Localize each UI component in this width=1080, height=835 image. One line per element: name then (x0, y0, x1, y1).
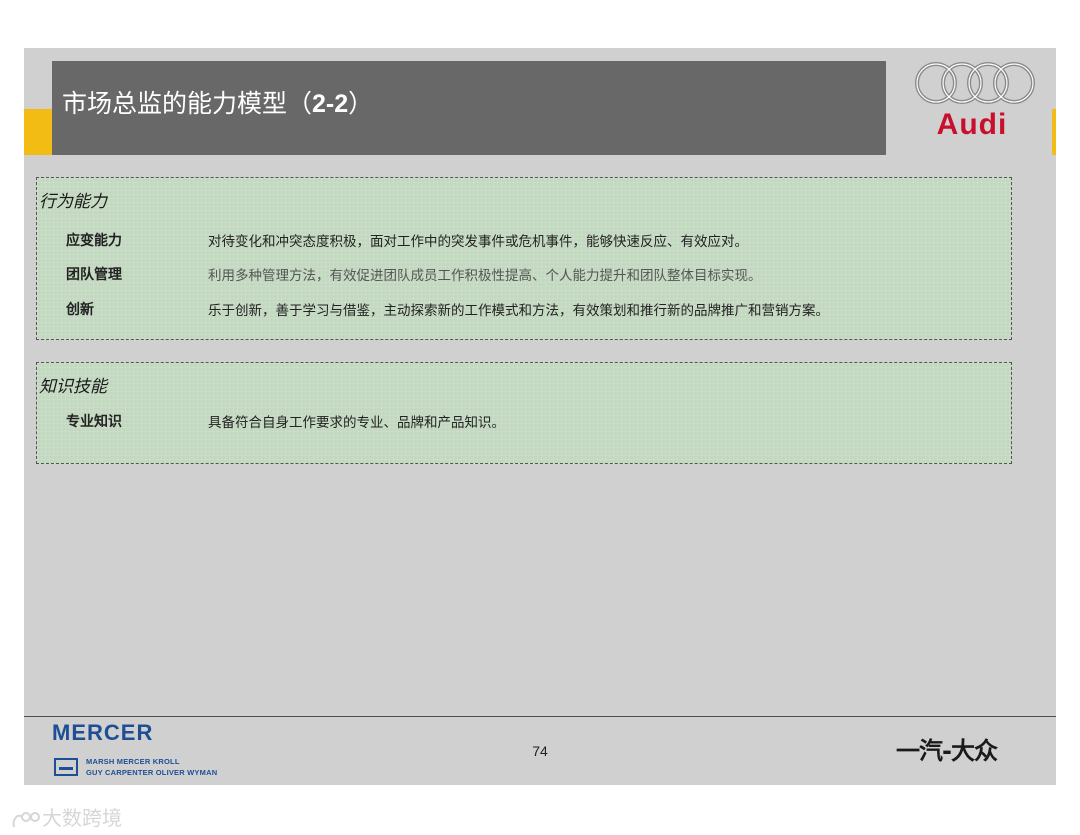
behavior-competency-box: 行为能力 应变能力 对待变化和冲突态度积极，面对工作中的突发事件或危机事件，能够… (36, 177, 1012, 340)
watermark-logo-icon (12, 811, 40, 827)
page-number: 74 (532, 743, 548, 759)
page-title-number: 2-2 (312, 90, 349, 118)
competency-description: 利用多种管理方法，有效促进团队成员工作积极性提高、个人能力提升和团队整体目标实现… (208, 268, 762, 284)
competency-row: 团队管理 利用多种管理方法，有效促进团队成员工作积极性提高、个人能力提升和团队整… (37, 264, 1011, 288)
mercer-subbrands-line1: MARSH MERCER KROLL (86, 757, 180, 766)
footer-divider (24, 716, 1056, 717)
mercer-subbrands-line2: GUY CARPENTER OLIVER WYMAN (86, 768, 218, 777)
competency-label: 团队管理 (66, 267, 122, 283)
competency-description: 具备符合自身工作要求的专业、品牌和产品知识。 (208, 415, 505, 431)
knowledge-skill-box: 知识技能 专业知识 具备符合自身工作要求的专业、品牌和产品知识。 (36, 362, 1012, 464)
competency-label: 专业知识 (66, 414, 122, 430)
accent-tab-left (24, 109, 52, 155)
watermark-text: 大数跨境 (42, 806, 122, 830)
mercer-logo: MERCER (52, 720, 154, 745)
competency-label: 创新 (66, 302, 94, 318)
section-heading: 知识技能 (39, 377, 107, 397)
section-heading: 行为能力 (39, 192, 107, 212)
accent-tab-right (1052, 109, 1056, 155)
competency-row: 创新 乐于创新，善于学习与借鉴，主动探索新的工作模式和方法，有效策划和推行新的品… (37, 299, 1011, 323)
watermark: 大数跨境 (10, 802, 122, 831)
page-title-main: 市场总监的能力模型（ (62, 89, 313, 118)
competency-description: 对待变化和冲突态度积极，面对工作中的突发事件或危机事件，能够快速反应、有效应对。 (208, 234, 748, 250)
mercer-emblem-icon (54, 758, 78, 776)
competency-row: 专业知识 具备符合自身工作要求的专业、品牌和产品知识。 (37, 411, 1011, 435)
page-title: 市场总监的能力模型（2-2） (62, 84, 373, 120)
competency-label: 应变能力 (66, 233, 122, 249)
audi-logo-text: Audi (936, 108, 1008, 141)
competency-row: 应变能力 对待变化和冲突态度积极，面对工作中的突发事件或危机事件，能够快速反应、… (37, 230, 1011, 254)
page-title-close: ） (348, 89, 374, 118)
competency-description: 乐于创新，善于学习与借鉴，主动探索新的工作模式和方法，有效策划和推行新的品牌推广… (208, 303, 829, 319)
faw-vw-logo: 一汽-大众 (896, 737, 998, 765)
